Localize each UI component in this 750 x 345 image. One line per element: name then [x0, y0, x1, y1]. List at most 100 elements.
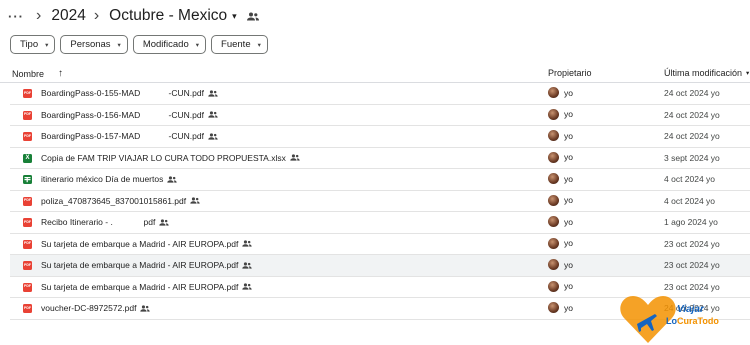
- file-name-cell[interactable]: Su tarjeta de embarque a Madrid - AIR EU…: [41, 260, 252, 270]
- shared-people-icon: [242, 261, 252, 269]
- file-row[interactable]: PDF BoardingPass-0-156-MAD -CUN.pdf yo 2…: [10, 105, 750, 126]
- avatar[interactable]: [548, 237, 559, 249]
- file-row[interactable]: PDF poliza_470873645_837001015861.pdf yo…: [10, 191, 750, 212]
- filter-people-chip[interactable]: Personas ▾: [60, 35, 128, 54]
- avatar[interactable]: [548, 194, 559, 206]
- modified-date: 23 oct 2024 yo: [664, 281, 720, 292]
- shared-people-icon: [208, 132, 218, 140]
- modified-date: 23 oct 2024 yo: [664, 238, 720, 249]
- avatar[interactable]: [548, 87, 559, 98]
- column-modified-header[interactable]: Última modificación ▾: [664, 68, 749, 78]
- column-owner-header: Propietario: [548, 68, 592, 78]
- modified-date: 24 oct 2024 yo: [664, 88, 720, 98]
- file-row[interactable]: X Copia de FAM TRIP VIAJAR LO CURA TODO …: [10, 148, 750, 169]
- avatar[interactable]: [548, 173, 559, 184]
- file-name-cell[interactable]: BoardingPass-0-155-MAD -CUN.pdf: [41, 88, 218, 98]
- file-row[interactable]: PDF Su tarjeta de embarque a Madrid - AI…: [10, 234, 750, 255]
- owner-cell: yo: [548, 302, 573, 313]
- avatar[interactable]: [548, 130, 559, 141]
- sort-caret-icon: ▾: [746, 70, 750, 77]
- owner-name: yo: [564, 216, 573, 227]
- column-modified-label: Última modificación: [664, 68, 743, 78]
- logo-text-viajar: Viajar: [677, 304, 704, 315]
- shared-people-icon: [208, 111, 218, 118]
- owner-name: yo: [564, 87, 573, 98]
- filter-modified-label: Modificado: [142, 39, 189, 50]
- filter-source-label: Fuente: [221, 39, 251, 50]
- file-name: poliza_470873645_837001015861.pdf: [41, 195, 187, 206]
- owner-name: yo: [564, 259, 573, 270]
- owner-name: yo: [564, 173, 573, 184]
- file-name: Su tarjeta de embarque a Madrid - AIR EU…: [41, 281, 239, 292]
- dropdown-caret-icon: ▾: [257, 41, 261, 49]
- breadcrumb-year[interactable]: 2024: [51, 7, 85, 25]
- owner-name: yo: [564, 238, 573, 248]
- filter-bar: Tipo ▾ Personas ▾ Modificado ▾ Fuente ▾: [10, 35, 268, 54]
- file-name-cell[interactable]: Su tarjeta de embarque a Madrid - AIR EU…: [41, 282, 252, 292]
- modified-date: 4 oct 2024 yo: [664, 195, 716, 206]
- owner-name: yo: [564, 281, 573, 291]
- shared-people-icon: [290, 154, 300, 161]
- file-row[interactable]: PDF BoardingPass-0-155-MAD -CUN.pdf yo 2…: [10, 83, 750, 105]
- owner-cell: yo: [548, 151, 573, 163]
- pdf-file-icon: PDF: [23, 132, 32, 141]
- shared-people-icon: [140, 304, 151, 312]
- owner-name: yo: [564, 195, 573, 205]
- file-name: itinerario méxico Día de muertos: [41, 174, 164, 184]
- file-name: voucher-DC-8972572.pdf: [41, 303, 137, 313]
- dropdown-caret-icon: ▾: [45, 41, 49, 49]
- pdf-file-icon: PDF: [23, 218, 32, 227]
- folder-menu-caret-icon[interactable]: ▾: [232, 11, 237, 22]
- chevron-right-icon: ›: [93, 7, 100, 24]
- avatar[interactable]: [548, 259, 559, 270]
- pdf-file-icon: PDF: [23, 239, 32, 249]
- more-breadcrumbs-button[interactable]: ···: [8, 9, 28, 24]
- file-name-cell[interactable]: Recibo Itinerario - . pdf: [41, 217, 169, 227]
- excel-file-icon: X: [23, 153, 32, 163]
- file-row[interactable]: PDF Recibo Itinerario - . pdf yo 1 ago 2…: [10, 212, 750, 234]
- avatar[interactable]: [548, 302, 559, 313]
- file-name: BoardingPass-0-157-MAD -CUN.pdf: [41, 131, 204, 141]
- breadcrumb-current-folder[interactable]: Octubre - Mexico: [109, 7, 227, 25]
- file-name-cell[interactable]: BoardingPass-0-156-MAD -CUN.pdf: [41, 110, 218, 120]
- filter-modified-chip[interactable]: Modificado ▾: [132, 35, 207, 54]
- filter-source-chip[interactable]: Fuente ▾: [211, 35, 268, 54]
- google-sheets-icon: [23, 175, 32, 184]
- dropdown-caret-icon: ▾: [195, 41, 200, 49]
- column-name-header[interactable]: Nombre ↑: [12, 68, 63, 79]
- filter-people-label: Personas: [70, 39, 111, 50]
- file-row[interactable]: PDF Su tarjeta de embarque a Madrid - AI…: [10, 255, 750, 277]
- file-list: PDF BoardingPass-0-155-MAD -CUN.pdf yo 2…: [10, 83, 750, 320]
- avatar[interactable]: [548, 108, 559, 120]
- shared-folder-icon[interactable]: [246, 12, 259, 21]
- file-name: Copia de FAM TRIP VIAJAR LO CURA TODO PR…: [41, 152, 286, 163]
- file-name-cell[interactable]: itinerario méxico Día de muertos: [41, 174, 178, 184]
- owner-cell: yo: [548, 87, 573, 98]
- file-row[interactable]: PDF BoardingPass-0-157-MAD -CUN.pdf yo 2…: [10, 126, 750, 148]
- file-name-cell[interactable]: voucher-DC-8972572.pdf: [41, 303, 151, 313]
- avatar[interactable]: [548, 151, 559, 163]
- shared-people-icon: [159, 218, 169, 226]
- file-name-cell[interactable]: Su tarjeta de embarque a Madrid - AIR EU…: [41, 239, 252, 249]
- shared-people-icon: [242, 283, 252, 290]
- modified-date: 4 oct 2024 yo: [664, 174, 716, 184]
- avatar[interactable]: [548, 216, 559, 227]
- pdf-file-icon: PDF: [23, 110, 32, 120]
- owner-cell: yo: [548, 280, 573, 292]
- owner-name: yo: [564, 302, 573, 313]
- pdf-file-icon: PDF: [23, 304, 32, 313]
- filter-type-chip[interactable]: Tipo ▾: [10, 35, 56, 54]
- avatar[interactable]: [548, 280, 559, 292]
- file-name: Su tarjeta de embarque a Madrid - AIR EU…: [41, 238, 239, 249]
- shared-people-icon: [190, 197, 200, 204]
- modified-date: 23 oct 2024 yo: [664, 260, 720, 270]
- file-row[interactable]: itinerario méxico Día de muertos yo 4 oc…: [10, 169, 750, 191]
- sort-arrow-up-icon[interactable]: ↑: [58, 68, 63, 79]
- file-name-cell[interactable]: BoardingPass-0-157-MAD -CUN.pdf: [41, 131, 218, 141]
- file-name-cell[interactable]: Copia de FAM TRIP VIAJAR LO CURA TODO PR…: [41, 153, 300, 163]
- modified-date: 24 oct 2024 yo: [664, 109, 720, 120]
- owner-cell: yo: [548, 108, 573, 120]
- file-name-cell[interactable]: poliza_470873645_837001015861.pdf: [41, 196, 200, 206]
- modified-date: 1 ago 2024 yo: [664, 217, 718, 227]
- owner-name: yo: [564, 109, 573, 119]
